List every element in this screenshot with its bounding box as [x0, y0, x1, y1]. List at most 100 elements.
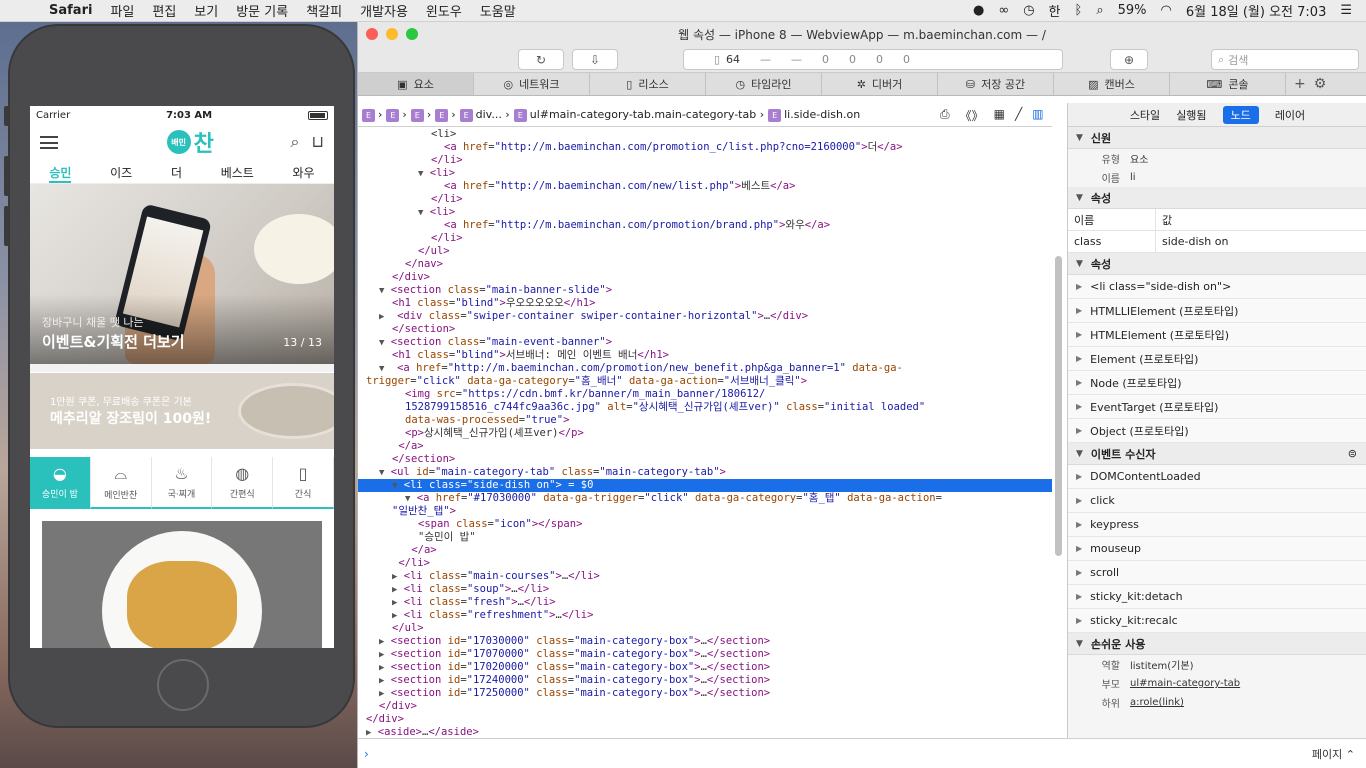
- sidebar-tab-computed[interactable]: 실행됨: [1176, 107, 1206, 123]
- console-prompt[interactable]: › 페이지 ⌃: [358, 738, 1366, 768]
- attr-value[interactable]: side-dish on: [1156, 231, 1228, 252]
- tab-canvas[interactable]: ▨ 캔버스: [1054, 73, 1170, 95]
- menu-item[interactable]: 도움말: [471, 1, 525, 20]
- attr-name[interactable]: class: [1068, 231, 1156, 252]
- notification-center-icon[interactable]: ☰: [1340, 3, 1352, 18]
- dom-node-line[interactable]: ▶ <section id="17070000" class="main-cat…: [358, 648, 1052, 661]
- menu-item[interactable]: 파일: [101, 1, 143, 20]
- food-image[interactable]: [42, 521, 322, 648]
- tab-item[interactable]: 와우: [293, 160, 315, 183]
- search-field[interactable]: ⌕ 검색: [1211, 49, 1359, 70]
- disclosure-icon[interactable]: ▶: [379, 637, 384, 647]
- tab-console[interactable]: ⌨ 콘솔: [1170, 73, 1286, 95]
- inspect-target-button[interactable]: ⊕: [1110, 49, 1148, 70]
- disclosure-icon[interactable]: ▶: [379, 663, 384, 673]
- time-machine-icon[interactable]: ◷: [1023, 3, 1034, 18]
- event-banner[interactable]: 1만원 쿠폰, 무료배송 쿠폰은 기본 메추리알 장조림이 100원!: [30, 373, 334, 449]
- disclosure-icon[interactable]: ▶: [379, 689, 384, 699]
- dom-node-line[interactable]: </nav>: [358, 258, 1052, 271]
- dom-node-line[interactable]: ▼ <section class="main-banner-slide">: [358, 284, 1052, 297]
- property-row[interactable]: ▶ Element (프로토타입): [1068, 347, 1366, 371]
- property-row[interactable]: ▶ HTMLElement (프로토타입): [1068, 323, 1366, 347]
- dom-node-line[interactable]: </a>: [358, 440, 1052, 453]
- dom-node-line[interactable]: <a href="http://m.baeminchan.com/new/lis…: [358, 180, 1052, 193]
- tab-storage[interactable]: ⛁ 저장 공간: [938, 73, 1054, 95]
- menu-item[interactable]: 보기: [185, 1, 227, 20]
- disclosure-icon[interactable]: ▼: [379, 364, 384, 374]
- property-row[interactable]: ▶ Object (프로토타입): [1068, 419, 1366, 443]
- property-row[interactable]: ▶ HTMLLIElement (프로토타입): [1068, 299, 1366, 323]
- attribute-row[interactable]: class side-dish on: [1068, 231, 1366, 253]
- dom-node-line[interactable]: </li>: [358, 154, 1052, 167]
- bluetooth-icon[interactable]: ᛒ: [1075, 3, 1083, 18]
- tab-timelines[interactable]: ◷ 타임라인: [706, 73, 822, 95]
- dom-scrollbar[interactable]: [1055, 256, 1062, 556]
- dom-node-line[interactable]: ▼ <section class="main-event-banner">: [358, 336, 1052, 349]
- section-accessibility[interactable]: ▼ 손쉬운 사용: [1068, 633, 1366, 655]
- event-listener-row[interactable]: ▶ sticky_kit:detach: [1068, 585, 1366, 609]
- sidebar-tab-layers[interactable]: 레이어: [1275, 107, 1305, 123]
- sidebar-tab-styles[interactable]: 스타일: [1130, 107, 1160, 123]
- hamburger-menu-icon[interactable]: [40, 135, 58, 149]
- breadcrumb-element-icon[interactable]: E ›: [435, 108, 456, 122]
- dom-tree[interactable]: <li> <a href="http://m.baeminchan.com/pro…: [358, 128, 1052, 740]
- property-row[interactable]: ▶ <li class="side-dish on">: [1068, 275, 1366, 299]
- category-soup[interactable]: ♨ 국·찌개: [151, 457, 213, 509]
- section-event-listeners[interactable]: ▼ 이벤트 수신자 ⊜: [1068, 443, 1366, 465]
- dom-node-line[interactable]: <li>: [358, 128, 1052, 141]
- dom-node-line[interactable]: </li>: [358, 232, 1052, 245]
- dom-node-line[interactable]: </li>: [358, 557, 1052, 570]
- disclosure-icon[interactable]: ▶: [379, 676, 384, 686]
- dom-node-line[interactable]: ▼ <li>: [358, 167, 1052, 180]
- download-button[interactable]: ⇩: [572, 49, 618, 70]
- breadcrumb-item[interactable]: Eul#main-category-tab.main-category-tab …: [513, 108, 764, 122]
- breadcrumb-item-current[interactable]: Eli.side-dish.on: [768, 108, 860, 122]
- section-attributes[interactable]: ▼ 속성: [1068, 187, 1366, 209]
- category-snack[interactable]: ▯ 간식: [273, 457, 334, 509]
- dom-node-line[interactable]: ▼ <li>: [358, 206, 1052, 219]
- filter-icon[interactable]: ⊜: [1348, 447, 1357, 460]
- menu-item[interactable]: 윈도우: [417, 1, 471, 20]
- dom-node-line[interactable]: </div>: [358, 713, 1052, 726]
- search-icon[interactable]: ⌕: [1096, 3, 1103, 18]
- dom-node-line[interactable]: <a href="http://m.baeminchan.com/promoti…: [358, 219, 1052, 232]
- dom-node-line[interactable]: "일반찬_탭">: [358, 505, 1052, 518]
- event-listener-row[interactable]: ▶ sticky_kit:recalc: [1068, 609, 1366, 633]
- hat-icon[interactable]: ●: [973, 3, 984, 18]
- dom-node-line[interactable]: ▼ <a href="#17030000" data-ga-trigger="c…: [358, 492, 1052, 505]
- disclosure-icon[interactable]: ▶: [392, 585, 397, 595]
- breadcrumb-item[interactable]: Ediv... ›: [459, 108, 510, 122]
- shadow-dom-icon[interactable]: 《》: [960, 107, 984, 124]
- disclosure-icon[interactable]: ▼: [405, 494, 410, 504]
- dom-node-line[interactable]: </a>: [358, 544, 1052, 557]
- category-main[interactable]: ⌓ 메인반찬: [90, 457, 152, 509]
- section-properties[interactable]: ▼ 속성: [1068, 253, 1366, 275]
- disclosure-icon[interactable]: ▶: [379, 312, 384, 322]
- zoom-window-button[interactable]: [406, 28, 418, 40]
- glasses-icon[interactable]: ∞: [998, 3, 1009, 18]
- dom-node-line[interactable]: </section>: [358, 323, 1052, 336]
- wifi-icon[interactable]: ◠: [1161, 3, 1172, 18]
- dom-node-line[interactable]: data-was-processed="true">: [358, 414, 1052, 427]
- home-button[interactable]: [157, 659, 209, 711]
- menu-item[interactable]: 개발자용: [351, 1, 417, 20]
- disclosure-icon[interactable]: ▼: [379, 286, 384, 296]
- dom-node-line[interactable]: ▶ <div class="swiper-container swiper-co…: [358, 310, 1052, 323]
- disclosure-icon[interactable]: ▶: [392, 572, 397, 582]
- event-listener-row[interactable]: ▶ click: [1068, 489, 1366, 513]
- event-listener-row[interactable]: ▶ DOMContentLoaded: [1068, 465, 1366, 489]
- disclosure-icon[interactable]: ▼: [418, 169, 423, 179]
- dom-node-line[interactable]: </ul>: [358, 622, 1052, 635]
- breadcrumb-element-icon[interactable]: E ›: [410, 108, 431, 122]
- dom-node-line[interactable]: ▼ <ul id="main-category-tab" class="main…: [358, 466, 1052, 479]
- disclosure-icon[interactable]: ▶: [366, 728, 371, 738]
- dom-node-line[interactable]: ▶ <li class="fresh">…</li>: [358, 596, 1052, 609]
- tab-debugger[interactable]: ✲ 디버거: [822, 73, 938, 95]
- dom-node-line[interactable]: </section>: [358, 453, 1052, 466]
- dom-node-line[interactable]: </ul>: [358, 245, 1052, 258]
- menu-item[interactable]: 책갈피: [297, 1, 351, 20]
- dom-node-line[interactable]: </div>: [358, 271, 1052, 284]
- event-listener-row[interactable]: ▶ scroll: [1068, 561, 1366, 585]
- disclosure-icon[interactable]: ▶: [392, 598, 397, 608]
- dom-node-line[interactable]: ▶ <li class="refreshment">…</li>: [358, 609, 1052, 622]
